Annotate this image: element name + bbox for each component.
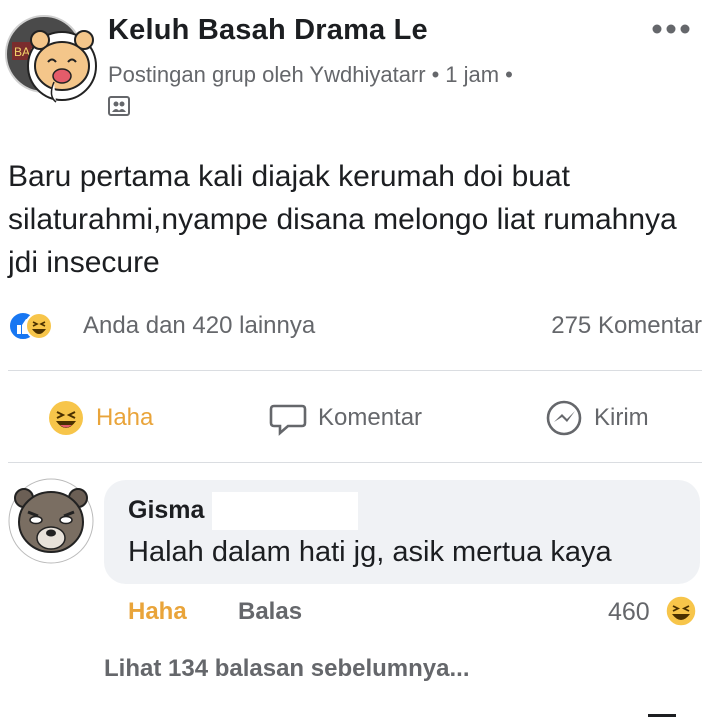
haha-icon (25, 312, 52, 340)
view-previous-replies[interactable]: Lihat 134 balasan sebelumnya... (104, 655, 469, 683)
group-audience-icon (108, 96, 130, 116)
redacted-name-block (212, 492, 358, 530)
commenter-name[interactable]: Gisma (128, 496, 204, 525)
messenger-icon (546, 400, 582, 436)
meta-prefix: Postingan grup oleh (108, 62, 304, 87)
comment-reaction-count[interactable]: 460 (608, 598, 650, 627)
send-button[interactable]: Kirim (544, 394, 649, 442)
divider (648, 714, 676, 717)
send-label: Kirim (594, 404, 649, 431)
comment-icon (269, 404, 307, 436)
comment-reply-button[interactable]: Balas (238, 598, 302, 626)
haha-icon (49, 401, 83, 435)
haha-button[interactable]: Haha (46, 394, 153, 442)
comment-count[interactable]: 275 Komentar (551, 312, 702, 340)
comment-button[interactable]: Komentar (268, 394, 422, 442)
post-author[interactable]: Ywdhiyatarr (309, 62, 425, 87)
comment-text: Halah dalam hati jg, asik mertua kaya (128, 536, 612, 568)
post-body: Baru pertama kali diajak kerumah doi bua… (8, 160, 677, 279)
group-name[interactable]: Keluh Basah Drama Le (108, 14, 428, 47)
meta-separator: • (505, 62, 513, 87)
divider (8, 370, 702, 371)
reaction-icons[interactable] (8, 310, 52, 342)
meta-separator: • (431, 62, 440, 87)
divider (8, 462, 702, 463)
comment-haha-button[interactable]: Haha (128, 598, 187, 626)
more-options-icon[interactable] (650, 22, 692, 36)
reaction-summary[interactable]: Anda dan 420 lainnya (83, 312, 315, 340)
haha-label: Haha (96, 404, 154, 431)
group-avatar[interactable]: BAS (4, 12, 104, 108)
comment-label: Komentar (318, 404, 423, 431)
post-meta: Postingan grup oleh Ywdhiyatarr • 1 jam • (108, 62, 519, 88)
haha-icon[interactable] (664, 594, 698, 628)
commenter-avatar[interactable] (8, 478, 94, 564)
post-time[interactable]: 1 jam (445, 62, 499, 87)
